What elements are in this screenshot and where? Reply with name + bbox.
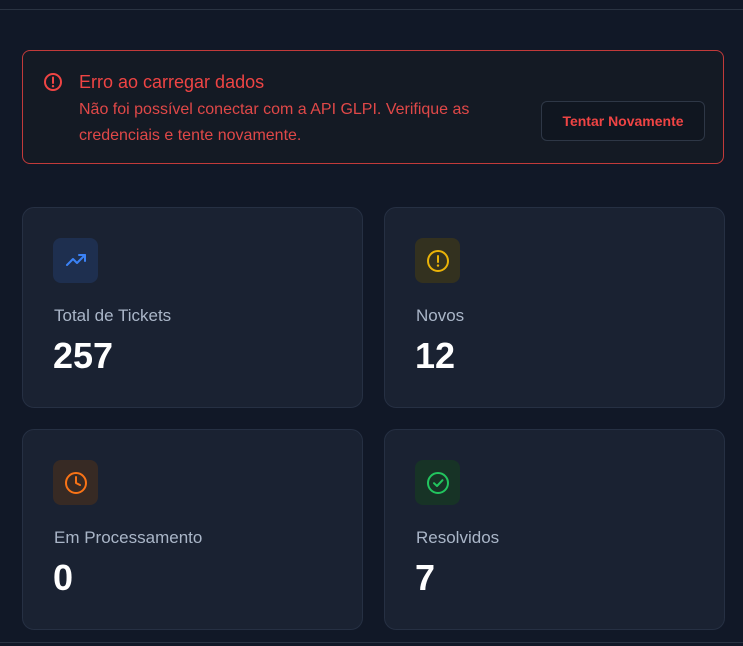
stat-label: Em Processamento bbox=[54, 528, 203, 547]
stat-label: Resolvidos bbox=[416, 528, 500, 547]
error-alert: Erro ao carregar dados Não foi possível … bbox=[22, 50, 724, 164]
header-divider bbox=[0, 9, 743, 10]
check-circle-icon bbox=[415, 460, 460, 505]
trending-up-icon bbox=[53, 238, 98, 283]
alert-circle-icon bbox=[43, 72, 63, 92]
footer-divider bbox=[0, 642, 743, 643]
alert-message: Não foi possível conectar com a API GLPI… bbox=[79, 101, 470, 144]
stat-value: 7 bbox=[415, 557, 436, 598]
stat-card-processing: Em Processamento 0 bbox=[22, 429, 363, 630]
stat-value: 257 bbox=[53, 335, 114, 376]
stat-card-total: Total de Tickets 257 bbox=[22, 207, 363, 408]
stat-value: 0 bbox=[53, 557, 74, 598]
alert-title: Erro ao carregar dados bbox=[79, 72, 265, 92]
stat-card-resolved: Resolvidos 7 bbox=[384, 429, 725, 630]
dashboard-page: Erro ao carregar dados Não foi possível … bbox=[0, 0, 743, 646]
alert-circle-icon bbox=[415, 238, 460, 283]
clock-icon bbox=[53, 460, 98, 505]
stat-label: Total de Tickets bbox=[54, 306, 172, 325]
stat-card-new: Novos 12 bbox=[384, 207, 725, 408]
stat-label: Novos bbox=[416, 306, 465, 325]
retry-button[interactable]: Tentar Novamente bbox=[541, 101, 705, 141]
stat-value: 12 bbox=[415, 335, 456, 376]
